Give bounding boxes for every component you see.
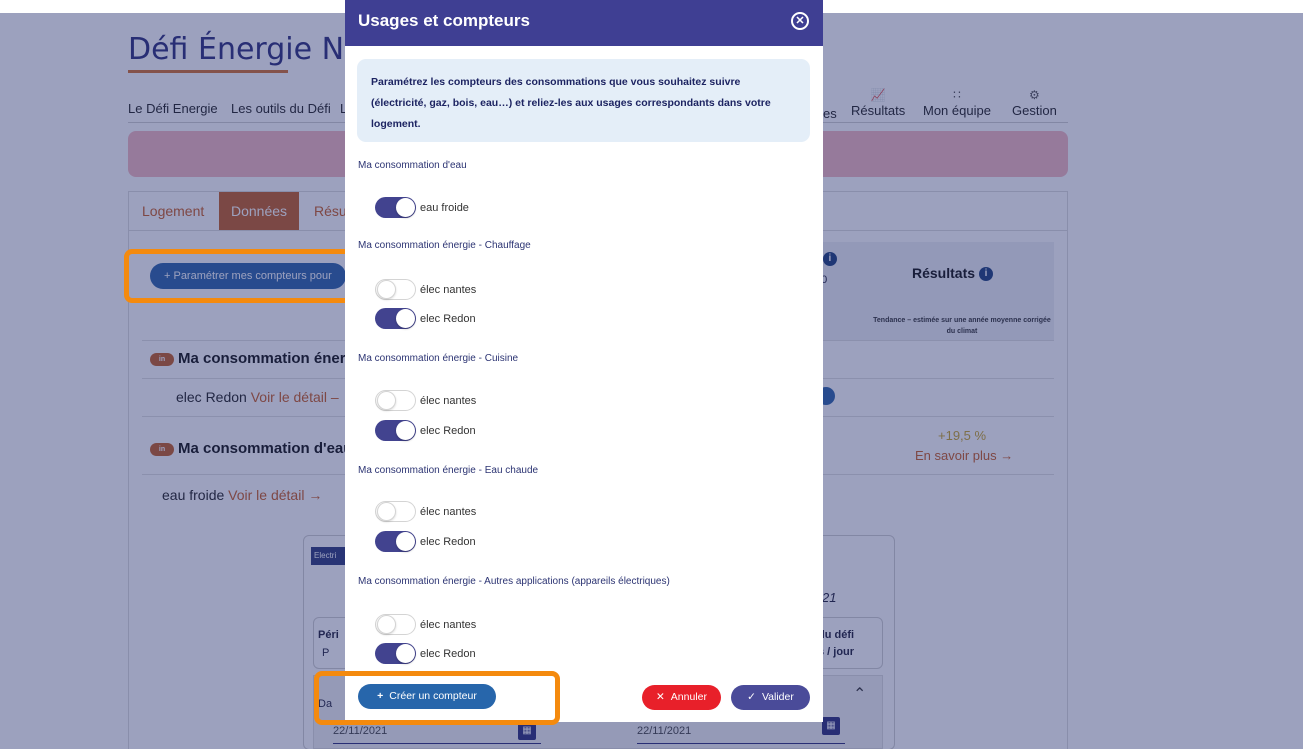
- validate-label: Valider: [761, 691, 794, 703]
- validate-button[interactable]: ✓ Valider: [731, 685, 810, 710]
- section-eau-chaude: Ma consommation énergie - Eau chaude: [358, 465, 539, 476]
- modal-intro: Paramétrez les compteurs des consommatio…: [357, 59, 810, 142]
- toggle-label: élec nantes: [420, 284, 477, 296]
- toggle-eau-froide[interactable]: [375, 197, 416, 218]
- toggle-autres-elec-redon[interactable]: [375, 643, 416, 664]
- section-chauffage: Ma consommation énergie - Chauffage: [358, 240, 531, 251]
- toggle-knob: [396, 309, 415, 328]
- section-water: Ma consommation d'eau: [358, 160, 467, 171]
- toggle-knob: [396, 198, 415, 217]
- toggle-knob: [377, 615, 396, 634]
- check-icon: ✓: [747, 691, 756, 703]
- meters-modal: Usages et compteurs ✕ Paramétrez les com…: [345, 0, 823, 722]
- toggle-label: elec Redon: [420, 313, 476, 325]
- cancel-button[interactable]: ✕ Annuler: [642, 685, 721, 710]
- toggle-autres-elec-nantes[interactable]: [375, 614, 416, 635]
- toggle-label: élec nantes: [420, 506, 477, 518]
- toggle-knob: [396, 532, 415, 551]
- toggle-chauffage-elec-nantes[interactable]: [375, 279, 416, 300]
- toggle-label: elec Redon: [420, 425, 476, 437]
- toggle-knob: [396, 644, 415, 663]
- modal-header: Usages et compteurs ✕: [345, 0, 823, 46]
- toggle-knob: [377, 502, 396, 521]
- toggle-label: élec nantes: [420, 395, 477, 407]
- toggle-eau-chaude-elec-nantes[interactable]: [375, 501, 416, 522]
- toggle-cuisine-elec-nantes[interactable]: [375, 390, 416, 411]
- section-autres-applications: Ma consommation énergie - Autres applica…: [358, 576, 670, 587]
- toggle-label: élec nantes: [420, 619, 477, 631]
- toggle-knob: [377, 280, 396, 299]
- toggle-knob: [377, 391, 396, 410]
- toggle-chauffage-elec-redon[interactable]: [375, 308, 416, 329]
- toggle-label: eau froide: [420, 202, 469, 214]
- highlight-configure-meters: [124, 249, 370, 303]
- cancel-label: Annuler: [670, 691, 707, 703]
- toggle-knob: [396, 421, 415, 440]
- highlight-create-meter: [314, 671, 560, 725]
- toggle-cuisine-elec-redon[interactable]: [375, 420, 416, 441]
- close-icon: ✕: [655, 691, 665, 703]
- toggle-label: elec Redon: [420, 648, 476, 660]
- section-cuisine: Ma consommation énergie - Cuisine: [358, 353, 519, 364]
- close-icon[interactable]: ✕: [791, 12, 809, 30]
- modal-title: Usages et compteurs: [358, 11, 530, 30]
- toggle-eau-chaude-elec-redon[interactable]: [375, 531, 416, 552]
- toggle-label: elec Redon: [420, 536, 476, 548]
